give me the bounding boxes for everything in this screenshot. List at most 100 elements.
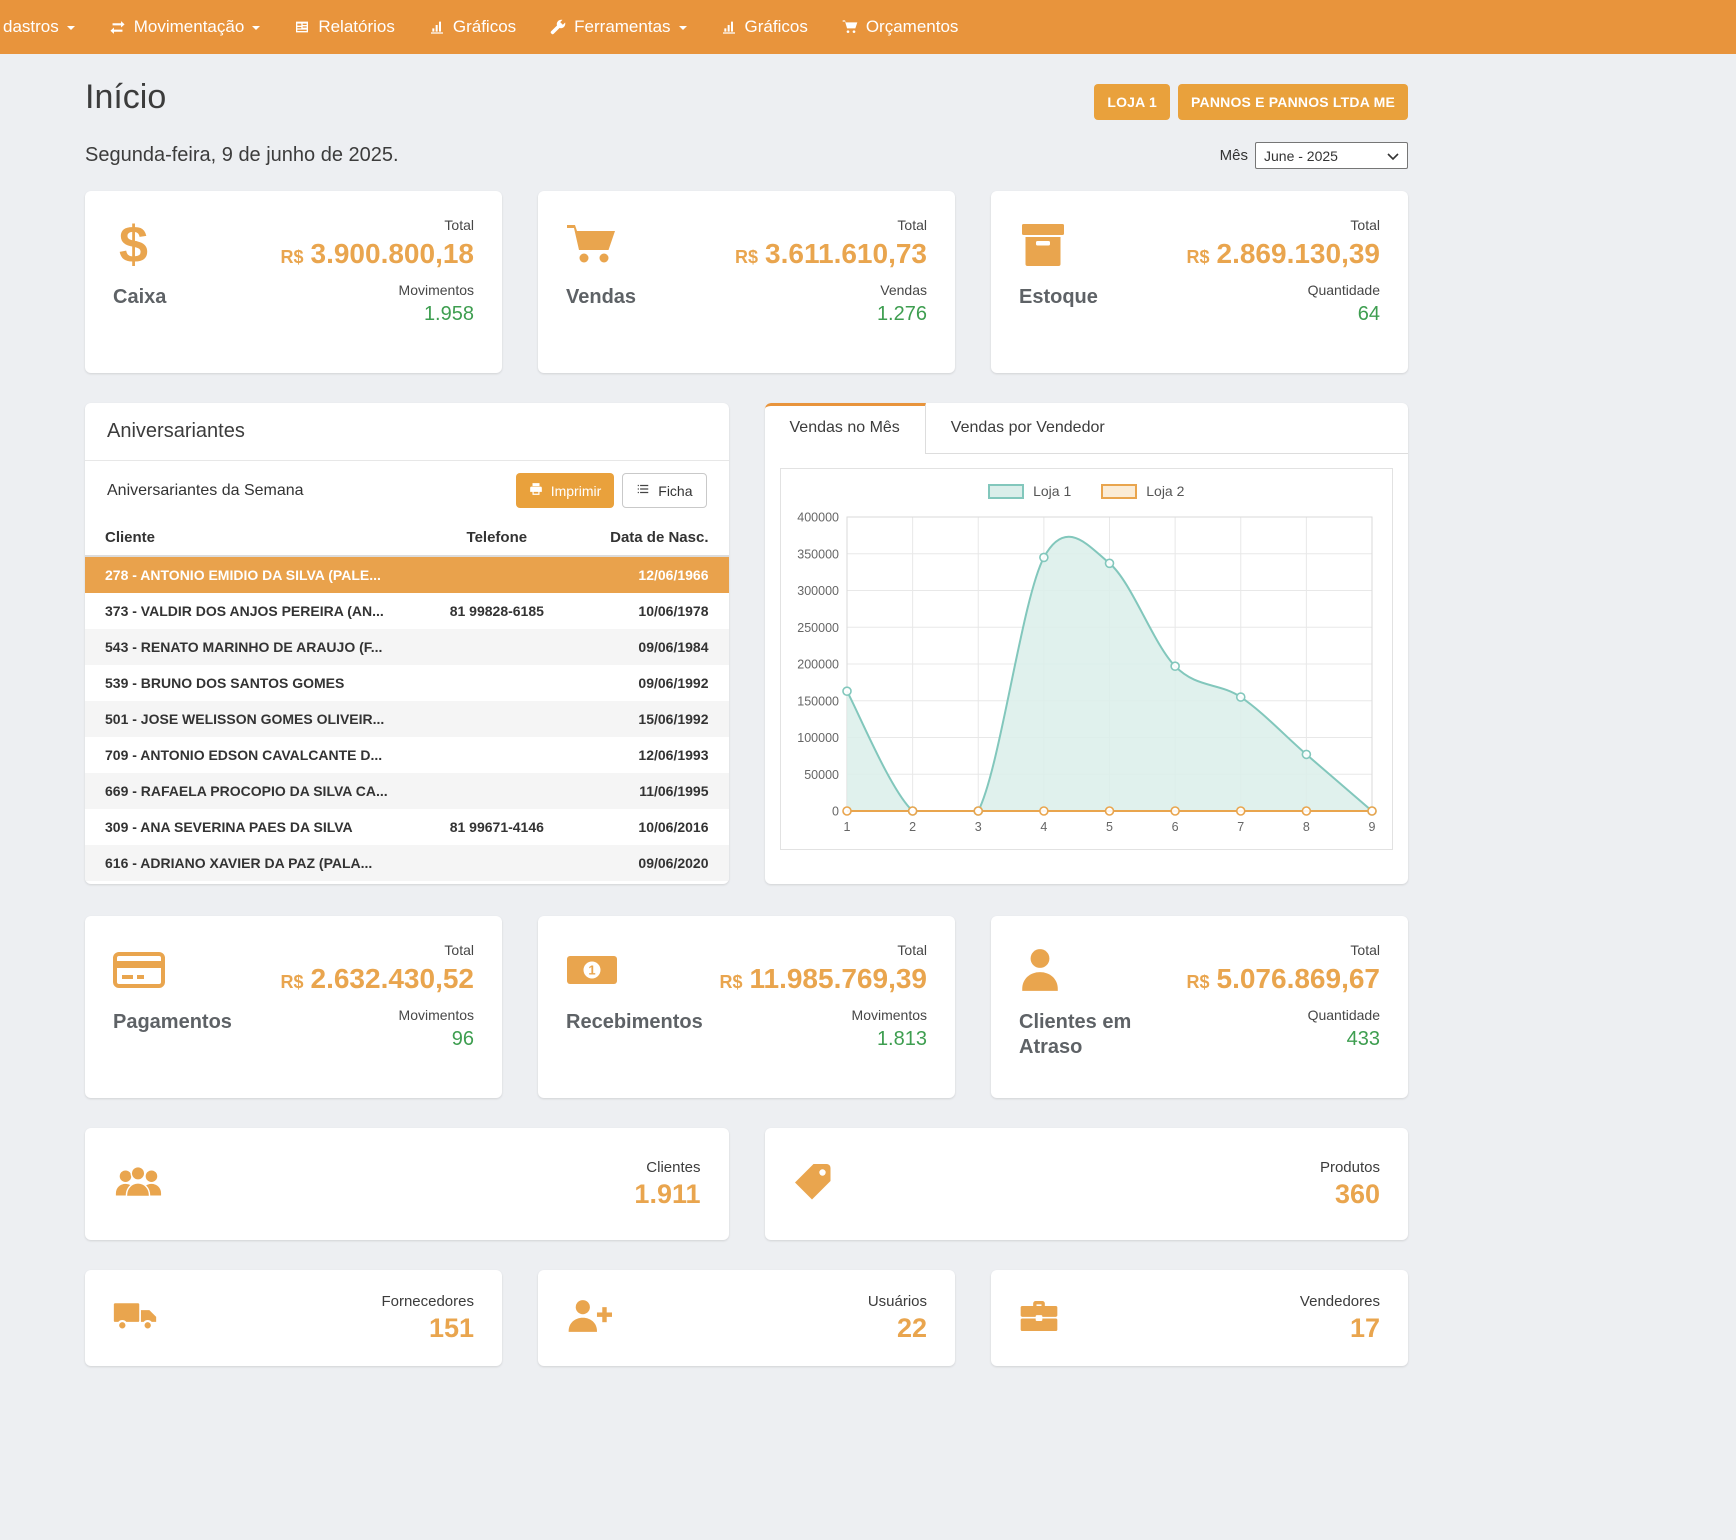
tab-vendas-no-mes[interactable]: Vendas no Mês	[765, 403, 926, 454]
nav-orcamentos[interactable]: Orçamentos	[825, 0, 976, 54]
count-label: Vendas	[735, 282, 927, 298]
svg-text:150000: 150000	[797, 694, 839, 708]
estoque-count: 64	[1186, 303, 1380, 326]
store-button[interactable]: LOJA 1	[1094, 84, 1170, 120]
clientes-card[interactable]: Clientes 1.911	[85, 1128, 729, 1240]
table-row[interactable]: 309 - ANA SEVERINA PAES DA SILVA 81 9967…	[85, 809, 729, 845]
cell-nasc: 09/06/1984	[574, 629, 728, 665]
nav-ferramentas[interactable]: Ferramentas	[533, 0, 703, 54]
vendas-count: 1.276	[735, 303, 927, 326]
ficha-button[interactable]: Ficha	[622, 473, 706, 508]
date-text: Segunda-feira, 9 de junho de 2025.	[85, 144, 399, 167]
nav-relatorios[interactable]: Relatórios	[277, 0, 412, 54]
cell-telefone	[420, 737, 574, 773]
nav-movimentacao[interactable]: Movimentação	[92, 0, 278, 54]
month-select[interactable]: June - 2025	[1255, 142, 1408, 169]
table-row[interactable]: 501 - JOSE WELISSON GOMES OLIVEIR... 15/…	[85, 701, 729, 737]
vendas-card[interactable]: Vendas Total R$3.611.610,73 Vendas 1.276	[538, 191, 955, 373]
fornecedores-card[interactable]: Fornecedores 151	[85, 1270, 502, 1366]
table-row[interactable]: 278 - ANTONIO EMIDIO DA SILVA (PALE... 1…	[85, 556, 729, 593]
bar-chart-icon	[429, 19, 445, 35]
table-row[interactable]: 373 - VALDIR DOS ANJOS PEREIRA (AN... 81…	[85, 593, 729, 629]
legend-label: Loja 1	[1033, 483, 1071, 499]
estoque-card[interactable]: Estoque Total R$2.869.130,39 Quantidade …	[991, 191, 1408, 373]
usuarios-card[interactable]: Usuários 22	[538, 1270, 955, 1366]
nav-cadastros[interactable]: dastros	[0, 0, 92, 54]
column-nasc: Data de Nasc.	[574, 520, 728, 556]
table-row[interactable]: 539 - BRUNO DOS SANTOS GOMES 09/06/1992	[85, 665, 729, 701]
total-label: Total	[280, 217, 474, 233]
pagamentos-card[interactable]: Pagamentos Total R$2.632.430,52 Moviment…	[85, 916, 502, 1098]
date-row: Segunda-feira, 9 de junho de 2025. Mês J…	[85, 142, 1408, 169]
currency-symbol: R$	[280, 247, 303, 267]
caret-down-icon	[67, 26, 75, 34]
bar-chart-icon	[721, 19, 737, 35]
dollar-icon: $	[113, 217, 166, 273]
cell-cliente: 539 - BRUNO DOS SANTOS GOMES	[85, 665, 420, 701]
nav-graficos-2-label: Gráficos	[745, 17, 808, 37]
total-label: Total	[1186, 942, 1380, 958]
cell-telefone	[420, 701, 574, 737]
nav-graficos-2[interactable]: Gráficos	[704, 0, 825, 54]
counter-label: Produtos	[1320, 1159, 1380, 1176]
cell-telefone	[420, 773, 574, 809]
sales-tabs: Vendas no Mês Vendas por Vendedor	[765, 403, 1409, 454]
svg-text:1: 1	[843, 820, 850, 834]
recebimentos-count: 1.813	[719, 1028, 927, 1051]
produtos-card[interactable]: Produtos 360	[765, 1128, 1409, 1240]
cell-nasc: 10/06/2016	[574, 809, 728, 845]
counters-row-1: Clientes 1.911 Produtos 360	[85, 1128, 1408, 1240]
nav-orcamentos-label: Orçamentos	[866, 17, 959, 37]
total-label: Total	[735, 217, 927, 233]
svg-text:5: 5	[1106, 820, 1113, 834]
counter-value: 1.911	[634, 1179, 700, 1210]
clientes-atraso-name: Clientes em Atraso	[1019, 1010, 1149, 1060]
pagamentos-count: 96	[280, 1028, 474, 1051]
clientes-atraso-card[interactable]: Clientes em Atraso Total R$5.076.869,67 …	[991, 916, 1408, 1098]
nav-graficos-1[interactable]: Gráficos	[412, 0, 533, 54]
total-value: 11.985.769,39	[749, 963, 927, 994]
page-header: Início LOJA 1 PANNOS E PANNOS LTDA ME	[85, 54, 1408, 120]
cell-telefone: 81 99828-6185	[420, 593, 574, 629]
column-telefone: Telefone	[420, 520, 574, 556]
svg-text:200000: 200000	[797, 658, 839, 672]
sales-chart: 0500001000001500002000002500003000003500…	[789, 503, 1384, 843]
chart-legend: Loja 1 Loja 2	[789, 483, 1385, 499]
company-button[interactable]: PANNOS E PANNOS LTDA ME	[1178, 84, 1408, 120]
tab-vendas-por-vendedor[interactable]: Vendas por Vendedor	[926, 403, 1130, 453]
panel-subtitle: Aniversariantes da Semana	[107, 482, 304, 500]
cell-telefone	[420, 629, 574, 665]
pagamentos-name: Pagamentos	[113, 1010, 232, 1035]
vendedores-card[interactable]: Vendedores 17	[991, 1270, 1408, 1366]
legend-label: Loja 2	[1146, 483, 1184, 499]
recebimentos-card[interactable]: 1 Recebimentos Total R$11.985.769,39 Mov…	[538, 916, 955, 1098]
briefcase-icon	[1019, 1299, 1059, 1338]
currency-symbol: R$	[1186, 247, 1209, 267]
page-title: Início	[85, 78, 166, 117]
svg-text:1: 1	[588, 963, 595, 978]
svg-text:100000: 100000	[797, 731, 839, 745]
table-row[interactable]: 669 - RAFAELA PROCOPIO DA SILVA CA... 11…	[85, 773, 729, 809]
counter-label: Usuários	[868, 1293, 927, 1310]
aniversariantes-panel: Aniversariantes Aniversariantes da Seman…	[85, 403, 729, 884]
caixa-card[interactable]: $ Caixa Total R$3.900.800,18 Movimentos …	[85, 191, 502, 373]
svg-text:350000: 350000	[797, 547, 839, 561]
counter-value: 151	[381, 1313, 474, 1344]
svg-text:4: 4	[1040, 820, 1047, 834]
svg-text:7: 7	[1237, 820, 1244, 834]
print-button[interactable]: Imprimir	[516, 473, 615, 508]
exchange-icon	[109, 19, 126, 36]
count-label: Quantidade	[1186, 282, 1380, 298]
table-row[interactable]: 709 - ANTONIO EDSON CAVALCANTE D... 12/0…	[85, 737, 729, 773]
cell-nasc: 12/06/1993	[574, 737, 728, 773]
svg-text:9: 9	[1368, 820, 1375, 834]
total-label: Total	[280, 942, 474, 958]
table-row[interactable]: 616 - ADRIANO XAVIER DA PAZ (PALA... 09/…	[85, 845, 729, 881]
currency-symbol: R$	[719, 972, 742, 992]
cart-icon	[842, 19, 858, 35]
table-row[interactable]: 543 - RENATO MARINHO DE ARAUJO (F... 09/…	[85, 629, 729, 665]
table-header-row: Cliente Telefone Data de Nasc.	[85, 520, 729, 556]
ficha-button-label: Ficha	[658, 483, 692, 499]
currency-symbol: R$	[1186, 972, 1209, 992]
counter-value: 360	[1320, 1179, 1380, 1210]
